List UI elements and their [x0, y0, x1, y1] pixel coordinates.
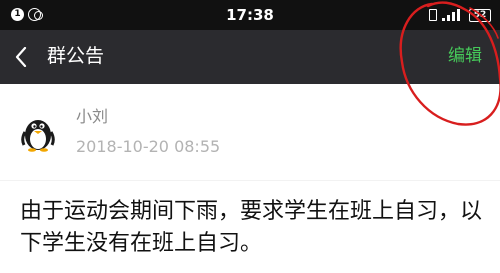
edit-button[interactable]: 编辑 [448, 45, 482, 67]
author-row: 小刘 2018-10-20 08:55 [0, 84, 500, 179]
battery-icon: 52 [469, 8, 491, 22]
screen: 1 17:38 52 群公告 编辑 小刘 2018-10-20 08:55 由于… [0, 0, 500, 273]
author-name: 小刘 [76, 107, 109, 126]
avatar[interactable] [20, 112, 56, 152]
page-title: 群公告 [47, 45, 105, 67]
back-button[interactable] [6, 39, 42, 75]
chevron-left-icon [15, 47, 27, 67]
status-time: 17:38 [226, 6, 274, 24]
status-icons: 52 [429, 8, 491, 22]
signal-icon [442, 9, 460, 21]
divider [0, 180, 500, 181]
announcement-text: 由于运动会期间下雨，要求学生在班上自习，以下学生没有在班上自习。 [20, 199, 483, 256]
status-bar: 1 17:38 52 [0, 0, 500, 30]
post-timestamp: 2018-10-20 08:55 [76, 137, 221, 156]
vibrate-icon [429, 9, 437, 21]
nav-bar: 群公告 编辑 [0, 30, 500, 84]
